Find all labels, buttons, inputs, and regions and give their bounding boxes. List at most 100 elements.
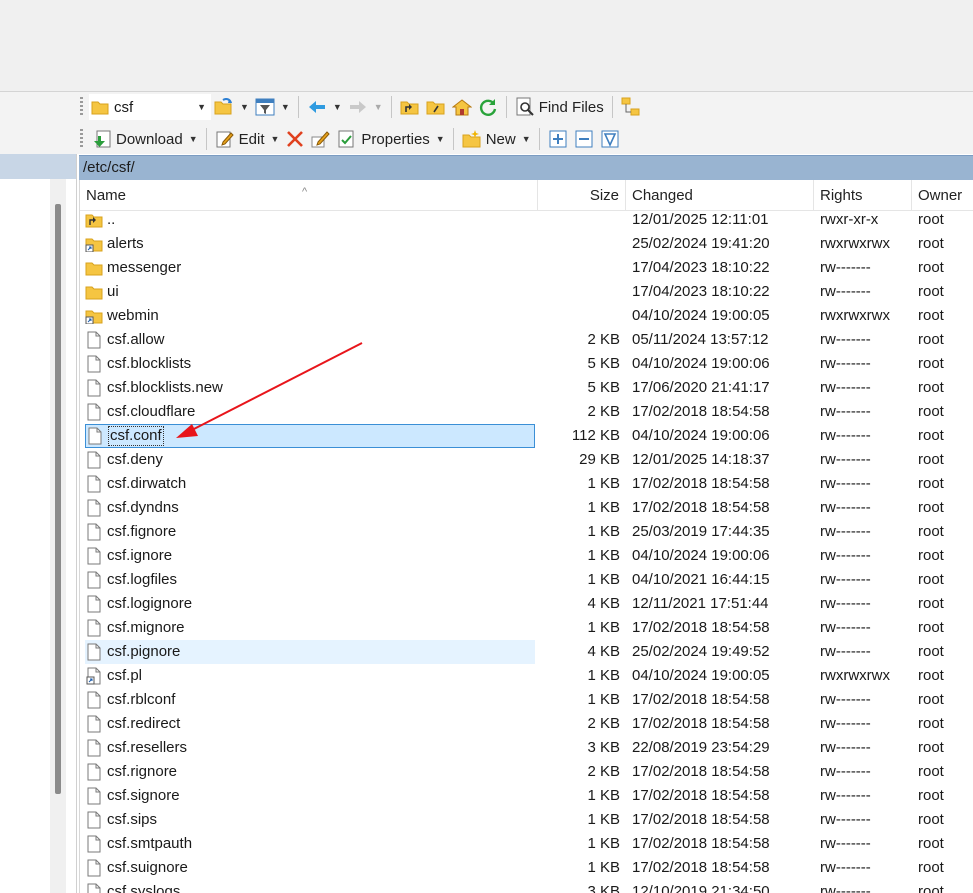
scrollbar-thumb[interactable] <box>55 204 61 794</box>
column-owner[interactable]: Owner <box>912 180 973 210</box>
file-row[interactable]: csf.sips 1 KB 17/02/2018 18:54:58 rw-------… <box>80 808 973 832</box>
file-row[interactable]: csf.logfiles 1 KB 04/10/2021 16:44:15 rw---… <box>80 568 973 592</box>
file-row[interactable]: csf.dyndns 1 KB 17/02/2018 18:54:58 rw-----… <box>80 496 973 520</box>
unselect-files-button[interactable] <box>571 127 597 151</box>
chevron-down-icon[interactable]: ▼ <box>522 134 531 144</box>
file-row[interactable]: csf.redirect 2 KB 17/02/2018 18:54:58 rw---… <box>80 712 973 736</box>
column-size[interactable]: Size <box>538 180 626 210</box>
new-button[interactable]: New ▼ <box>459 127 534 151</box>
file-row[interactable]: csf.dirwatch 1 KB 17/02/2018 18:54:58 rw---… <box>80 472 973 496</box>
properties-button[interactable]: Properties ▼ <box>334 127 447 151</box>
file-row[interactable]: alerts 25/02/2024 19:41:20 rwxrwxrwx root <box>80 232 973 256</box>
back-button[interactable]: ▼ <box>304 95 345 119</box>
edit-button[interactable]: Edit ▼ <box>212 127 283 151</box>
file-row[interactable]: messenger 17/04/2023 18:10:22 rw------- roo… <box>80 256 973 280</box>
file-name-cell[interactable]: csf.pl <box>85 664 535 688</box>
file-name-cell[interactable]: csf.cloudflare <box>85 400 535 424</box>
file-changed: 25/02/2024 19:49:52 <box>632 643 770 660</box>
file-row[interactable]: csf.resellers 3 KB 22/08/2019 23:54:29 rw--… <box>80 736 973 760</box>
file-name-cell[interactable]: csf.allow <box>85 328 535 352</box>
file-row[interactable]: webmin 04/10/2024 19:00:05 rwxrwxrwx root <box>80 304 973 328</box>
file-row[interactable]: .. 12/01/2025 12:11:01 rwxr-xr-x root <box>80 208 973 232</box>
column-rights[interactable]: Rights <box>814 180 912 210</box>
chevron-down-icon[interactable]: ▼ <box>240 102 249 112</box>
filter-select-button[interactable] <box>597 127 623 151</box>
file-row[interactable]: csf.syslogs 3 KB 12/10/2019 21:34:50 rw----… <box>80 880 973 893</box>
file-row[interactable]: csf.allow 2 KB 05/11/2024 13:57:12 rw------… <box>80 328 973 352</box>
file-name-cell[interactable]: csf.mignore <box>85 616 535 640</box>
chevron-down-icon[interactable]: ▼ <box>436 134 445 144</box>
file-name-cell[interactable]: messenger <box>85 256 535 280</box>
file-row[interactable]: csf.smtpauth 1 KB 17/02/2018 18:54:58 rw---… <box>80 832 973 856</box>
parent-directory-button[interactable] <box>397 95 423 119</box>
open-directory-button[interactable]: ▼ <box>211 95 252 119</box>
file-name-cell[interactable]: csf.rblconf <box>85 688 535 712</box>
file-name-cell[interactable]: csf.suignore <box>85 856 535 880</box>
file-row[interactable]: csf.deny 29 KB 12/01/2025 14:18:37 rw------… <box>80 448 973 472</box>
delete-button[interactable] <box>282 127 308 151</box>
column-changed[interactable]: Changed <box>626 180 814 210</box>
file-name-cell[interactable]: csf.syslogs <box>85 880 535 893</box>
file-name-cell[interactable]: .. <box>85 208 535 232</box>
find-files-button[interactable]: Find Files <box>512 95 607 119</box>
file-name-cell[interactable]: csf.dyndns <box>85 496 535 520</box>
rename-button[interactable] <box>308 127 334 151</box>
file-row[interactable]: csf.suignore 1 KB 17/02/2018 18:54:58 rw---… <box>80 856 973 880</box>
file-row[interactable]: csf.logignore 4 KB 12/11/2021 17:51:44 rw--… <box>80 592 973 616</box>
toolbar-grip[interactable] <box>80 129 83 149</box>
file-name-cell[interactable]: csf.deny <box>85 448 535 472</box>
file-row[interactable]: ui 17/04/2023 18:10:22 rw------- root <box>80 280 973 304</box>
file-row[interactable]: csf.ignore 1 KB 04/10/2024 19:00:06 rw-----… <box>80 544 973 568</box>
file-owner: root <box>918 835 944 852</box>
file-name-cell[interactable]: webmin <box>85 304 535 328</box>
file-row[interactable]: csf.signore 1 KB 17/02/2018 18:54:58 rw----… <box>80 784 973 808</box>
file-row[interactable]: csf.rignore 2 KB 17/02/2018 18:54:58 rw----… <box>80 760 973 784</box>
chevron-down-icon[interactable]: ▼ <box>197 102 206 112</box>
refresh-button[interactable] <box>475 95 501 119</box>
toolbar-grip[interactable] <box>80 97 83 117</box>
edit-label: Edit <box>238 130 265 148</box>
chevron-down-icon[interactable]: ▼ <box>189 134 198 144</box>
file-row[interactable]: csf.mignore 1 KB 17/02/2018 18:54:58 rw----… <box>80 616 973 640</box>
home-directory-button[interactable] <box>449 95 475 119</box>
file-name-cell[interactable]: alerts <box>85 232 535 256</box>
chevron-down-icon[interactable]: ▼ <box>271 134 280 144</box>
file-name-cell[interactable]: csf.pignore <box>85 640 535 664</box>
chevron-down-icon[interactable]: ▼ <box>333 102 342 112</box>
chevron-down-icon[interactable]: ▼ <box>374 102 383 112</box>
chevron-down-icon[interactable]: ▼ <box>281 102 290 112</box>
file-row[interactable]: csf.rblconf 1 KB 17/02/2018 18:54:58 rw----… <box>80 688 973 712</box>
location-combo[interactable]: csf ▼ <box>89 94 211 120</box>
forward-button[interactable]: ▼ <box>345 95 386 119</box>
file-row[interactable]: csf.blocklists 5 KB 04/10/2024 19:00:06 rw-… <box>80 352 973 376</box>
file-row[interactable]: csf.cloudflare 2 KB 17/02/2018 18:54:58 rw-… <box>80 400 973 424</box>
local-scrollbar[interactable] <box>50 179 66 893</box>
select-files-button[interactable] <box>545 127 571 151</box>
file-name-cell[interactable]: csf.smtpauth <box>85 832 535 856</box>
file-name-cell[interactable]: csf.blocklists.new <box>85 376 535 400</box>
file-row[interactable]: csf.fignore 1 KB 25/03/2019 17:44:35 rw----… <box>80 520 973 544</box>
tree-view-button[interactable] <box>618 95 644 119</box>
file-name-cell[interactable]: csf.fignore <box>85 520 535 544</box>
file-row[interactable]: csf.pignore 4 KB 25/02/2024 19:49:52 rw----… <box>80 640 973 664</box>
file-name-cell[interactable]: csf.ignore <box>85 544 535 568</box>
file-row[interactable]: csf.pl 1 KB 04/10/2024 19:00:05 rwxrwxrwx ro… <box>80 664 973 688</box>
file-name-cell[interactable]: csf.resellers <box>85 736 535 760</box>
filter-button[interactable]: ▼ <box>252 95 293 119</box>
file-name-cell[interactable]: csf.logfiles <box>85 568 535 592</box>
file-name-cell[interactable]: csf.rignore <box>85 760 535 784</box>
file-name-cell[interactable]: csf.conf <box>85 424 535 448</box>
file-row[interactable]: csf.conf 112 KB 04/10/2024 19:00:06 rw-----… <box>80 424 973 448</box>
root-directory-button[interactable] <box>423 95 449 119</box>
file-name-cell[interactable]: ui <box>85 280 535 304</box>
file-name-cell[interactable]: csf.blocklists <box>85 352 535 376</box>
file-row[interactable]: csf.blocklists.new 5 KB 17/06/2020 21:41:1… <box>80 376 973 400</box>
file-changed: 04/10/2024 19:00:06 <box>632 547 770 564</box>
file-name-cell[interactable]: csf.sips <box>85 808 535 832</box>
file-name-cell[interactable]: csf.redirect <box>85 712 535 736</box>
column-name[interactable]: Name ^ <box>80 180 538 210</box>
download-button[interactable]: Download ▼ <box>89 127 201 151</box>
file-name-cell[interactable]: csf.dirwatch <box>85 472 535 496</box>
file-name-cell[interactable]: csf.logignore <box>85 592 535 616</box>
file-name-cell[interactable]: csf.signore <box>85 784 535 808</box>
